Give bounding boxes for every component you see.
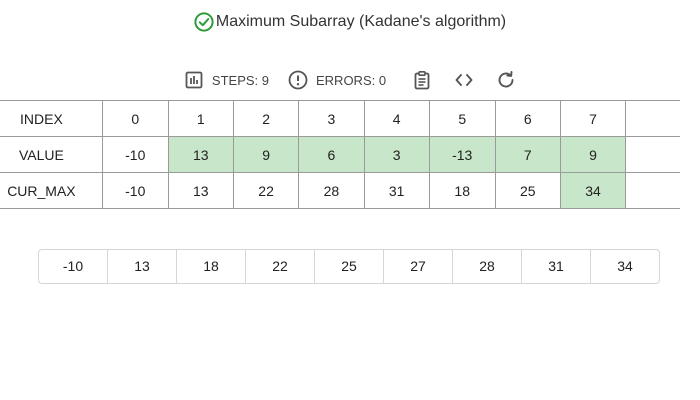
table-cell: 5 bbox=[428, 100, 496, 137]
table-cell: 6 bbox=[298, 136, 365, 173]
row-header: INDEX bbox=[0, 100, 103, 137]
row-header: VALUE bbox=[0, 136, 103, 173]
alert-circle-icon bbox=[288, 70, 308, 90]
errors-counter: ERRORS: 0 bbox=[288, 70, 386, 90]
table-cell: -13 bbox=[428, 136, 496, 173]
title-text: Maximum Subarray (Kadane's algorithm) bbox=[215, 13, 507, 30]
steps-label: STEPS: 9 bbox=[211, 72, 269, 88]
sorted-value-cell: 25 bbox=[315, 250, 384, 283]
table-cell: 18 bbox=[428, 172, 496, 209]
table-cell: 1 bbox=[167, 100, 234, 137]
table-cell: 28 bbox=[298, 172, 365, 209]
row-header-label: CUR_MAX bbox=[7, 182, 76, 199]
page-title: Maximum Subarray (Kadane's algorithm) bbox=[0, 12, 700, 32]
row-header: CUR_MAX bbox=[0, 172, 103, 209]
table-cell: 7 bbox=[494, 136, 561, 173]
table-cell: -10 bbox=[101, 136, 169, 173]
sorted-value-cell: 31 bbox=[522, 250, 591, 283]
table-cell: 2 bbox=[232, 100, 300, 137]
code-icon[interactable] bbox=[454, 70, 474, 90]
sorted-value-cell: 13 bbox=[108, 250, 177, 283]
table-cell: 4 bbox=[363, 100, 430, 137]
sorted-value-cell: 28 bbox=[453, 250, 522, 283]
table-cell: 3 bbox=[363, 136, 430, 173]
table-cell: 9 bbox=[559, 136, 627, 173]
table-cell-empty bbox=[625, 136, 680, 173]
table-cell: 0 bbox=[101, 100, 169, 137]
sorted-value-cell: 27 bbox=[384, 250, 453, 283]
row-header-label: INDEX bbox=[20, 110, 63, 127]
table-cell: 9 bbox=[232, 136, 300, 173]
refresh-icon[interactable] bbox=[496, 70, 516, 90]
bar-chart-icon bbox=[185, 71, 203, 89]
table-cell: 6 bbox=[494, 100, 561, 137]
clipboard-icon[interactable] bbox=[412, 70, 432, 90]
sorted-value-cell: 34 bbox=[617, 258, 633, 274]
sorted-values-list: -10 13 18 22 25 27 28 31 34 bbox=[38, 249, 660, 284]
table-row-index: INDEX 0 1 2 3 4 5 6 7 bbox=[0, 100, 680, 137]
steps-counter: STEPS: 9 bbox=[184, 70, 269, 90]
row-header-label: VALUE bbox=[18, 146, 64, 163]
check-circle-icon bbox=[194, 12, 214, 32]
table-cell: 7 bbox=[559, 100, 627, 137]
table-row-cur-max: CUR_MAX -10 13 22 28 31 18 25 34 bbox=[0, 172, 680, 209]
table-cell-empty bbox=[625, 172, 680, 209]
table-cell: 22 bbox=[232, 172, 300, 209]
sorted-value-cell: -10 bbox=[39, 250, 108, 283]
sorted-value-cell: 22 bbox=[246, 250, 315, 283]
errors-label: ERRORS: 0 bbox=[316, 72, 387, 88]
table-row-value: VALUE -10 13 9 6 3 -13 7 9 bbox=[0, 136, 680, 173]
table-cell: 31 bbox=[363, 172, 430, 209]
sorted-value-cell: 18 bbox=[177, 250, 246, 283]
table-cell: -10 bbox=[101, 172, 169, 209]
toolbar: STEPS: 9 ERRORS: 0 bbox=[0, 68, 700, 92]
kadane-table: INDEX 0 1 2 3 4 5 6 7 VALUE -10 13 9 6 3 -13 7 9 CUR_MAX -1… bbox=[0, 100, 680, 209]
table-cell: 3 bbox=[298, 100, 365, 137]
table-cell: 34 bbox=[559, 172, 627, 209]
table-cell: 13 bbox=[167, 136, 234, 173]
table-cell-empty bbox=[625, 100, 680, 137]
table-cell: 25 bbox=[494, 172, 561, 209]
table-cell: 13 bbox=[167, 172, 234, 209]
